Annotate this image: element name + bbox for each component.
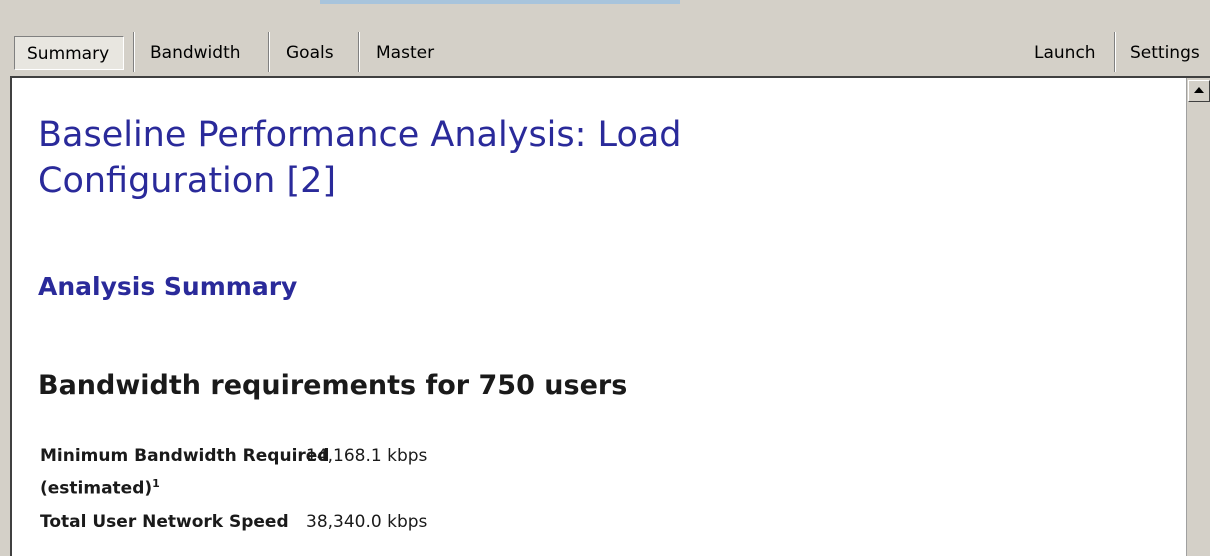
tab-separator: [358, 32, 360, 72]
min-bandwidth-label-line2: (estimated): [40, 478, 153, 499]
tab-settings[interactable]: Settings: [1130, 36, 1200, 70]
tab-summary[interactable]: Summary: [14, 36, 124, 70]
tab-separator: [133, 32, 135, 72]
min-bandwidth-label-line1: Minimum Bandwidth Required: [40, 446, 330, 466]
vertical-scrollbar[interactable]: [1186, 78, 1210, 556]
min-bandwidth-value: 14,168.1 kbps: [306, 446, 428, 466]
tab-toolbar: Summary Bandwidth Goals Master Launch Se…: [0, 8, 1210, 72]
min-bandwidth-label: Minimum Bandwidth Required (estimated)1: [40, 442, 329, 503]
tab-separator: [268, 32, 270, 72]
tab-launch[interactable]: Launch: [1034, 36, 1096, 70]
application-window: Summary Bandwidth Goals Master Launch Se…: [0, 0, 1210, 556]
tab-goals[interactable]: Goals: [286, 36, 334, 70]
subsection-title: Bandwidth requirements for 750 users: [38, 370, 628, 401]
section-title: Analysis Summary: [38, 272, 298, 301]
total-network-speed-label: Total User Network Speed: [40, 512, 289, 532]
scroll-up-arrow-icon[interactable]: [1188, 80, 1210, 102]
tab-bandwidth[interactable]: Bandwidth: [150, 36, 241, 70]
title-accent-strip: [320, 0, 680, 4]
page-title-line2: Configuration [2]: [38, 161, 337, 201]
total-network-speed-value: 38,340.0 kbps: [306, 512, 428, 532]
report-content-pane: Baseline Performance Analysis: Load Conf…: [10, 76, 1210, 556]
tab-master[interactable]: Master: [376, 36, 434, 70]
page-title-line1: Baseline Performance Analysis: Load: [38, 115, 682, 155]
footnote-marker[interactable]: 1: [152, 477, 160, 490]
page-title: Baseline Performance Analysis: Load Conf…: [38, 112, 898, 204]
tab-separator: [1114, 32, 1116, 72]
